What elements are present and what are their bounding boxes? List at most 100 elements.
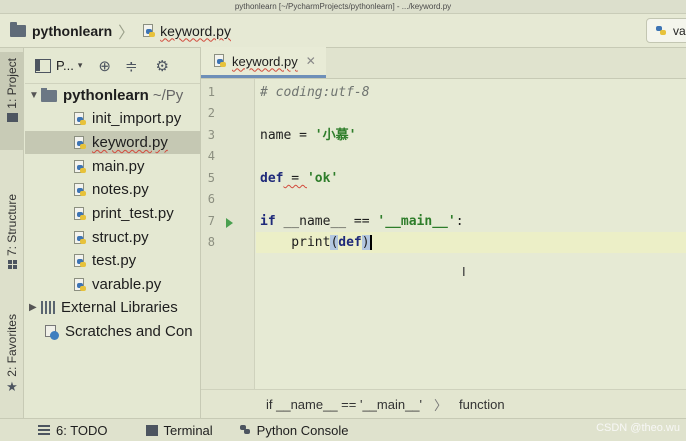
python-file-icon (73, 206, 87, 221)
tool-tab-project[interactable]: 1: Project (0, 52, 24, 150)
line-number: 1 (207, 85, 215, 99)
tree-scratches-label: Scratches and Con (65, 323, 193, 340)
line-number: 4 (207, 149, 215, 163)
code-line-1: # coding:utf-8 (256, 82, 686, 103)
run-configuration-label: va (673, 23, 686, 38)
line-number: 2 (207, 106, 215, 120)
line-number: 3 (207, 128, 215, 142)
code-string: '小慕' (314, 128, 357, 143)
star-icon: ★ (6, 378, 18, 394)
code-text: __name__ == (275, 214, 378, 229)
terminal-tool-button[interactable]: Terminal (145, 422, 213, 438)
project-panel-icon (6, 112, 18, 122)
project-panel: P... ▾ ⊕ ≑ ⚙ ▼ pythonlearn ~/Py init_imp… (25, 48, 201, 418)
tree-file-item[interactable]: notes.py (25, 178, 201, 201)
editor-tab-keyword[interactable]: keyword.py ✕ (201, 47, 326, 78)
terminal-label: Terminal (163, 422, 213, 438)
line-number: 8 (207, 235, 215, 249)
project-view-selector[interactable]: P... (56, 58, 74, 73)
tree-file-label: varable.py (92, 276, 162, 293)
folder-icon (41, 87, 57, 102)
python-console-label: Python Console (256, 422, 349, 438)
python-file-icon (73, 230, 87, 245)
python-file-icon (73, 277, 87, 292)
collapse-all-icon[interactable]: ≑ (125, 57, 138, 75)
editor-tab-label: keyword.py (232, 53, 298, 69)
expand-arrow-icon[interactable]: ▼ (29, 90, 41, 101)
code-line-7: if __name__ == '__main__': (256, 211, 686, 232)
tree-file-label: notes.py (92, 181, 149, 198)
tree-file-item[interactable]: main.py (25, 155, 201, 178)
bottom-tool-bar: 6: TODO Terminal Python Console (0, 418, 686, 441)
editor-tab-bar: keyword.py ✕ (201, 47, 686, 79)
tree-scratches[interactable]: Scratches and Con (25, 320, 201, 343)
code-line-5: def = 'ok' (256, 168, 686, 189)
scratches-icon (45, 324, 59, 340)
line-number: 6 (207, 192, 215, 206)
nav-project-name[interactable]: pythonlearn (32, 23, 112, 39)
code-keyword: def (260, 171, 284, 186)
run-gutter-icon[interactable] (226, 218, 233, 228)
python-file-icon (73, 159, 87, 174)
window-title: pythonlearn [~/PycharmProjects/pythonlea… (0, 0, 686, 14)
code-operator: = (291, 128, 315, 143)
code-line-8-current: print(def) (256, 232, 686, 253)
watermark: CSDN @theo.wu (596, 422, 680, 434)
code-keyword: def (338, 235, 362, 250)
code-text: : (455, 214, 464, 229)
tree-file-item[interactable]: init_import.py (25, 107, 201, 130)
panel-layout-icon (35, 58, 51, 73)
terminal-icon (145, 424, 158, 436)
structure-icon (7, 260, 17, 270)
code-comment: # coding:utf-8 (260, 85, 370, 100)
tree-root-name: pythonlearn (63, 87, 149, 104)
python-file-icon (213, 54, 227, 68)
gear-icon[interactable]: ⚙ (156, 57, 169, 75)
tree-file-item[interactable]: struct.py (25, 226, 201, 249)
chevron-down-icon[interactable]: ▾ (78, 60, 83, 71)
todo-list-icon (38, 425, 50, 435)
left-tool-strip: 1: Project 7: Structure 2: Favorites ★ (0, 48, 24, 418)
locate-file-icon[interactable]: ⊕ (98, 57, 111, 75)
line-number-gutter[interactable]: 1 2 3 4 5 6 7 8 (201, 79, 255, 389)
tree-file-label: struct.py (92, 229, 149, 246)
todo-tool-button[interactable]: 6: TODO (38, 423, 108, 438)
code-keyword: if (260, 214, 276, 229)
tree-file-item[interactable]: print_test.py (25, 202, 201, 225)
code-string: '__main__' (377, 214, 456, 229)
chevron-right-icon: 〉 (434, 397, 448, 413)
breadcrumb-scope[interactable]: function (459, 397, 505, 412)
nav-file-name[interactable]: keyword.py (160, 23, 231, 39)
library-icon (41, 301, 55, 314)
code-identifier: name (260, 128, 292, 143)
tree-file-label: test.py (92, 252, 137, 269)
tree-root-folder[interactable]: ▼ pythonlearn ~/Py (25, 84, 201, 107)
tool-tab-favorites[interactable]: 2: Favorites ★ (0, 314, 24, 410)
tree-file-label: print_test.py (92, 205, 174, 222)
python-file-icon (73, 135, 87, 150)
tree-external-libraries[interactable]: ▶ External Libraries (25, 296, 201, 319)
tree-file-label: init_import.py (92, 110, 182, 127)
tool-tab-structure[interactable]: 7: Structure (0, 194, 24, 290)
project-panel-toolbar: P... ▾ ⊕ ≑ ⚙ (25, 48, 200, 84)
tool-tab-project-label: 1: Project (5, 58, 19, 109)
code-operator: = (283, 171, 307, 186)
tree-file-item[interactable]: test.py (25, 249, 201, 272)
python-file-icon (142, 23, 156, 38)
python-console-icon (239, 423, 253, 437)
breadcrumb-condition[interactable]: if __name__ == '__main__' (266, 397, 422, 412)
python-console-tool-button[interactable]: Python Console (239, 422, 349, 438)
run-configuration-selector[interactable]: va (646, 18, 686, 43)
navigation-bar: pythonlearn 〉 keyword.py va (0, 14, 686, 48)
tree-root-path: ~/Py (152, 87, 184, 104)
tree-file-item[interactable]: varable.py (25, 273, 201, 296)
python-file-icon (73, 111, 87, 126)
python-file-icon (73, 253, 87, 268)
tree-file-item-selected[interactable]: keyword.py (25, 131, 201, 154)
expand-arrow-icon[interactable]: ▶ (29, 302, 41, 313)
code-editor[interactable]: # coding:utf-8 name = '小慕' def = 'ok' if… (256, 79, 686, 389)
text-caret (369, 235, 372, 250)
tool-tab-structure-label: 7: Structure (5, 194, 19, 257)
close-icon[interactable]: ✕ (306, 54, 316, 68)
tool-tab-favorites-label: 2: Favorites (5, 314, 19, 377)
